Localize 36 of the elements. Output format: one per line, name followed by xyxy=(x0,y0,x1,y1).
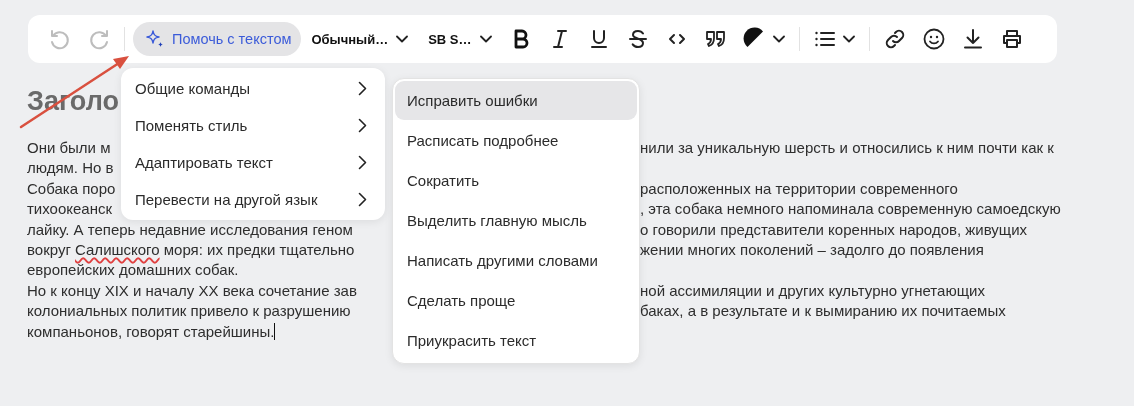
body-text-line: нили за уникальную шерсть и относились к ним почти как к xyxy=(640,138,1054,158)
menu-item[interactable]: Сделать проще xyxy=(395,281,637,320)
menu-item[interactable]: Расписать подробнее xyxy=(395,121,637,160)
body-text-line: Собака поро xyxy=(27,178,116,199)
body-text-line: Но к концу XIX и началу XX века сочетание зав xyxy=(27,280,357,301)
body-text-line: людям. Но в xyxy=(27,158,114,179)
body-text-line: вокруг Салишского моря: их предки тщательно xyxy=(27,239,355,260)
chevron-down-icon xyxy=(396,35,409,43)
menu-item[interactable]: Приукрасить текст xyxy=(395,321,637,360)
menu-item[interactable]: Сократить xyxy=(395,161,637,200)
body-text-line: о говорили представители коренных народов, живущих xyxy=(640,219,1028,240)
body-text-line: компаньонов, говорят старейшины. xyxy=(27,321,276,342)
chevron-down-icon xyxy=(479,35,492,43)
menu-item[interactable]: Перевести на другой язык xyxy=(121,181,385,218)
menu-item[interactable]: Выделить главную мысль xyxy=(395,201,637,240)
chevron-down-icon xyxy=(773,35,786,43)
menu-item[interactable]: Общие команды xyxy=(121,70,385,107)
body-text-line: баках, а в результате и к вымиранию их почитаемых xyxy=(640,301,1006,322)
body-text-line: жении многих поколений – задолго до появления xyxy=(640,239,984,260)
body-text-line: тихоокеанск xyxy=(27,199,113,220)
body-text-line: ной ассимиляции и других культурно угнетающих xyxy=(640,280,985,301)
body-text-line: лайку. А теперь недавние исследования геном xyxy=(27,219,353,240)
body-text-line: Они были м xyxy=(27,138,111,158)
body-text-line: европейских домашних собак. xyxy=(27,260,239,281)
help-with-text-button[interactable]: Помочь с текстом xyxy=(133,22,302,56)
body-text-line: , эта собака немного напоминала современную самоедскую xyxy=(640,199,1061,220)
chevron-down-icon xyxy=(843,35,856,43)
paragraph-style-dropdown[interactable]: Обычный… xyxy=(311,31,409,47)
menu-item[interactable]: Поменять стиль xyxy=(121,107,385,144)
menu-item[interactable]: Исправить ошибки xyxy=(395,81,637,120)
sparkle-icon xyxy=(145,29,165,49)
menu-item[interactable]: Адаптировать текст xyxy=(121,144,385,181)
menu-item[interactable]: Написать другими словами xyxy=(395,241,637,280)
body-text-line: расположенных на территории современного xyxy=(640,178,958,199)
body-text-line: колониальных политик привело к разрушению xyxy=(27,301,351,322)
font-dropdown[interactable]: SB S… xyxy=(428,31,492,47)
